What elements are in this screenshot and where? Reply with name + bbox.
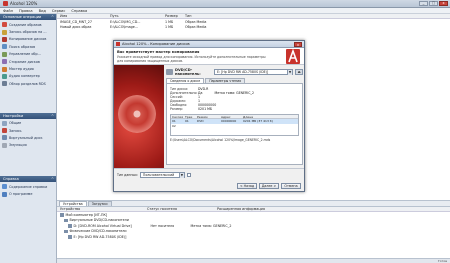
physical-drives-icon (64, 229, 68, 233)
device-selector: DVD/CD-накопитель: E: [Hp DVD RW AD-7580… (166, 67, 303, 76)
sidebar-item-general[interactable]: Общие (2, 120, 54, 127)
sidebar-item-audio-master[interactable]: Мастер аудио (2, 65, 54, 72)
drive-icon (68, 224, 72, 228)
image-path-text: E:\Users\ALCO\Documents\Alcohol 120%\Ima… (170, 137, 271, 142)
erase-disc-icon (2, 59, 7, 65)
disc-info-panel: Тип диска: DVD-R Дополнительно: Да Метка то… (166, 83, 303, 165)
track-table: Сессия Трек Режим Адрес Длина 01 01 DVD 0000000… (170, 113, 299, 136)
help-icon (2, 184, 7, 190)
sidebar-item-erase-disc[interactable]: Стирание дисков (2, 58, 54, 65)
column-name[interactable]: Имя (57, 14, 107, 18)
menu-tools[interactable]: Сервис (52, 9, 65, 13)
file-row[interactable]: Новый диск образ E:\ALCO\Image... 1 МБ Обра… (57, 24, 450, 29)
dialog-close-button[interactable]: x (294, 42, 302, 47)
minimize-button[interactable]: _ (419, 1, 428, 6)
menu-help[interactable]: Справка (71, 9, 87, 13)
data-type-label: Тип данных: (117, 172, 138, 177)
manage-images-icon (2, 51, 7, 57)
chevron-down-icon[interactable]: ▼ (178, 172, 184, 178)
virtual-drive-icon (2, 135, 7, 141)
column-type[interactable]: Тип (182, 14, 222, 18)
device-list: Устройство Статус носителя Расширенная и… (57, 206, 450, 263)
alcohol-logo-icon (286, 49, 300, 64)
device-label: DVD/CD-накопитель: (175, 67, 201, 76)
dialog-subtext: Укажите исходный привод для копирования.… (117, 55, 266, 63)
device-row[interactable]: E: [Hp DVD RW AD-7580S (IDE)] (57, 234, 450, 240)
menu-view[interactable]: Вид (39, 9, 46, 13)
dialog-footer: Тип данных: Пользовательский ▼ < Назад Да… (114, 168, 304, 192)
audio-master-icon (2, 66, 7, 72)
disc-graphic (118, 95, 156, 133)
next-button[interactable]: Далее > (259, 183, 279, 189)
menu-edit[interactable]: Правка (19, 9, 33, 13)
chevron-down-icon[interactable]: ▼ (287, 69, 292, 75)
track-row[interactable]: 01 01 DVD 00000000 0201 МБ (37 413 б) (171, 119, 298, 124)
tab-read-options[interactable]: Параметры чтения (205, 78, 246, 83)
dialog-header: Вас приветствует мастер копирования Укаж… (114, 48, 304, 65)
drive-icon (68, 235, 72, 239)
sidebar-item-copy-disc[interactable]: Копирование дисков (2, 36, 54, 43)
rds-browser-icon (2, 81, 7, 87)
sidebar-item-find-images[interactable]: Поиск образов (2, 43, 54, 50)
burn-image-icon (2, 29, 7, 35)
create-image-icon (2, 22, 7, 28)
sidebar: Основные операции ^ Создание образов Запи… (0, 14, 57, 263)
close-button[interactable]: x (439, 1, 448, 6)
cancel-button[interactable]: Отмена (281, 183, 301, 189)
status-bar: Готов (57, 258, 450, 263)
column-extended-info[interactable]: Расширенная информация (217, 207, 317, 211)
audio-converter-icon (2, 73, 7, 79)
wizard-banner-image (114, 65, 164, 168)
sidebar-item-burn-image[interactable]: Запись образов на ... (2, 28, 54, 35)
sidebar-item-rds-browser[interactable]: Обзор разделов RDS (2, 80, 54, 87)
eject-button[interactable]: ⏏ (295, 68, 303, 75)
sidebar-item-manage-images[interactable]: Управление обр... (2, 51, 54, 58)
track-row[interactable]: 02 (171, 124, 298, 128)
sidebar-item-virtual-drive[interactable]: Виртуальный диск (2, 134, 54, 141)
general-settings-icon (2, 120, 7, 126)
find-images-icon (2, 44, 7, 50)
device-combobox[interactable]: E: [Hp DVD RW AD-7580S (IDE)] ▼ (214, 68, 293, 75)
dvd-drive-icon (166, 68, 173, 75)
data-type-combobox[interactable]: Пользовательский ▼ (139, 171, 185, 178)
tab-disc-info[interactable]: Сведения о диске (166, 78, 205, 83)
sidebar-item-about[interactable]: О программе (2, 190, 54, 197)
computer-icon (60, 213, 64, 217)
dialog-title-bar: Alcohol 120% - Копирование дисков x (114, 41, 304, 48)
sidebar-item-create-image[interactable]: Создание образов (2, 21, 54, 28)
info-icon (2, 191, 7, 197)
column-device[interactable]: Устройство (57, 207, 147, 211)
virtual-drives-icon (64, 218, 68, 222)
window-title: Alcohol 120% (10, 1, 38, 6)
option-checkbox[interactable] (186, 172, 191, 177)
copy-disc-icon (2, 36, 7, 42)
maximize-button[interactable]: □ (429, 1, 438, 6)
column-size[interactable]: Размер (162, 14, 182, 18)
info-row: Размер: 0201 МБ (170, 107, 213, 112)
wizard-content: DVD/CD-накопитель: E: [Hp DVD RW AD-7580… (164, 65, 305, 168)
copy-disc-dialog: Alcohol 120% - Копирование дисков x Вас … (113, 40, 305, 192)
sidebar-item-emulation[interactable]: Эмуляция (2, 142, 54, 149)
back-button[interactable]: < Назад (237, 183, 257, 189)
sidebar-item-audio-converter[interactable]: Аудио конвертер (2, 73, 54, 80)
app-logo-icon (116, 42, 120, 46)
column-path[interactable]: Путь (107, 14, 162, 18)
dialog-title: Alcohol 120% - Копирование дисков (122, 42, 190, 46)
menu-file[interactable]: Файл (3, 9, 13, 13)
app-logo-icon (3, 1, 8, 6)
sidebar-item-recording[interactable]: Запись (2, 127, 54, 134)
dialog-heading: Вас приветствует мастер копирования (117, 50, 200, 54)
emulation-icon (2, 142, 7, 148)
sidebar-item-help-contents[interactable]: Содержание справки (2, 183, 54, 190)
title-bar: Alcohol 120% _ □ x (0, 0, 450, 8)
recording-settings-icon (2, 128, 7, 134)
column-media-status[interactable]: Статус носителя (147, 207, 217, 211)
